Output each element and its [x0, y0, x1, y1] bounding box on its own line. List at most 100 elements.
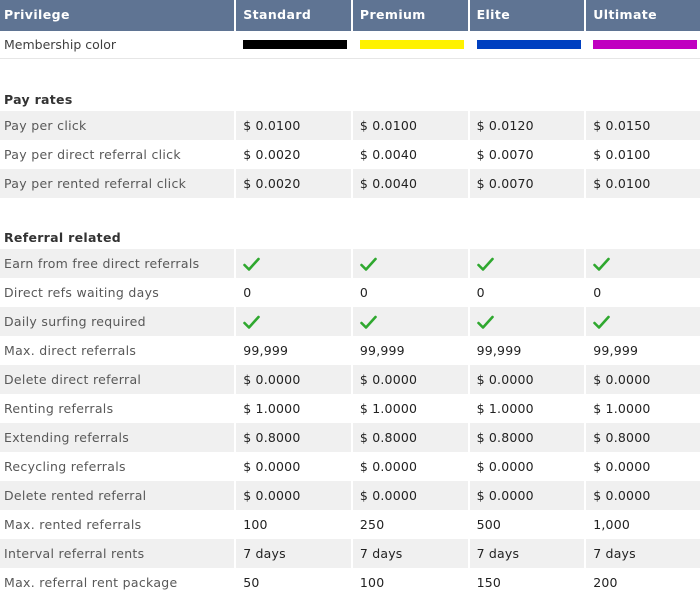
ultimate-value: 99,999: [593, 343, 639, 358]
elite-value: $ 1.0000: [476, 401, 534, 416]
elite-value: $ 0.0120: [469, 111, 585, 140]
premium-value: [352, 307, 468, 336]
table-row: Recycling referrals $ 0.0000 $ 0.0000 $ 0.0…: [0, 451, 700, 480]
table-row: Interval referral rents 7 days 7 days 7 day…: [0, 538, 700, 568]
row-label: Renting referrals: [4, 401, 114, 416]
premium-value: $ 0.0000: [359, 459, 418, 474]
membership-color-row: Membership color: [0, 31, 700, 59]
elite-value: 99,999: [476, 343, 522, 358]
row-label: Pay per rented referral click: [0, 169, 235, 198]
elite-value: 0: [476, 285, 485, 300]
premium-color-swatch: [359, 40, 464, 49]
ultimate-value: $ 0.0000: [586, 365, 700, 394]
row-label: Interval referral rents: [0, 539, 235, 568]
check-icon: [476, 257, 494, 271]
elite-value: $ 0.0070: [476, 147, 534, 162]
standard-value: $ 0.0000: [236, 481, 351, 510]
elite-color-cell: [470, 31, 585, 58]
check-icon: [360, 257, 377, 271]
standard-value: $ 0.0000: [236, 365, 351, 394]
table-row: Max. direct referrals 99,999 99,999 99,999 9…: [0, 335, 700, 364]
check-icon: [593, 315, 611, 329]
referral-related-rows: Earn from free direct referrals Direct re…: [0, 248, 700, 596]
premium-value: 7 days: [352, 539, 468, 568]
ultimate-value: $ 0.0150: [586, 111, 700, 140]
standard-color-swatch: [243, 40, 348, 49]
table-row: Renting referrals $ 1.0000 $ 1.0000 $ 1.000…: [0, 393, 700, 422]
standard-value: [236, 307, 351, 336]
table-row: Pay per click $ 0.0100 $ 0.0100 $ 0.0120 $ 0…: [0, 110, 700, 140]
table-row: Daily surfing required: [0, 306, 700, 336]
premium-value: 250: [359, 517, 385, 532]
premium-value: $ 1.0000: [359, 401, 418, 416]
header-ultimate: Ultimate: [593, 7, 658, 22]
ultimate-value: $ 0.0100: [593, 147, 651, 162]
ultimate-value: $ 0.8000: [586, 423, 700, 452]
table-row: Earn from free direct referrals: [0, 248, 700, 278]
standard-color-cell: [236, 31, 351, 58]
check-icon: [593, 257, 611, 271]
table-row: Delete direct referral $ 0.0000 $ 0.0000 $ …: [0, 364, 700, 394]
ultimate-value: 200: [593, 575, 618, 590]
elite-value: $ 0.8000: [469, 423, 585, 452]
table-row: Max. rented referrals 100 250 500 1,000: [0, 509, 700, 538]
table-row: Pay per rented referral click $ 0.0020 $ 0…: [0, 168, 700, 198]
header-privilege: Privilege: [4, 7, 70, 22]
row-label: Earn from free direct referrals: [0, 249, 235, 278]
standard-value: $ 0.0100: [236, 111, 351, 140]
elite-value: $ 0.0070: [469, 169, 585, 198]
row-label: Pay per direct referral click: [4, 147, 181, 162]
pay-rates-rows: Pay per click $ 0.0100 $ 0.0100 $ 0.0120 $ 0…: [0, 110, 700, 198]
elite-value: 7 days: [469, 539, 585, 568]
row-label: Pay per click: [0, 111, 235, 140]
standard-value: 7 days: [236, 539, 351, 568]
ultimate-value: [586, 307, 700, 336]
standard-value: $ 0.0000: [243, 459, 301, 474]
check-icon: [360, 315, 377, 329]
table-row: Delete rented referral $ 0.0000 $ 0.0000 $ …: [0, 480, 700, 510]
standard-value: $ 1.0000: [243, 401, 301, 416]
elite-value: [469, 249, 585, 278]
premium-value: $ 0.0100: [352, 111, 468, 140]
elite-value: $ 0.0000: [469, 365, 585, 394]
elite-value: $ 0.0000: [476, 459, 534, 474]
premium-value: $ 0.0040: [352, 169, 468, 198]
elite-value: $ 0.0000: [469, 481, 585, 510]
table-row: Pay per direct referral click $ 0.0020 $ 0…: [0, 139, 700, 168]
ultimate-color-swatch: [593, 40, 698, 49]
check-icon: [476, 315, 494, 329]
standard-value: [236, 249, 351, 278]
ultimate-value: 1,000: [593, 517, 631, 532]
row-label: Extending referrals: [0, 423, 235, 452]
row-label: Recycling referrals: [4, 459, 126, 474]
row-label: Direct refs waiting days: [4, 285, 160, 300]
premium-value: $ 0.8000: [352, 423, 468, 452]
ultimate-value: [586, 249, 700, 278]
check-icon: [243, 257, 261, 271]
check-icon: [243, 315, 261, 329]
table-header-row: Privilege Standard Premium Elite Ultimat…: [0, 0, 700, 31]
ultimate-color-cell: [586, 31, 700, 58]
row-label: Delete rented referral: [0, 481, 235, 510]
elite-value: 500: [476, 517, 502, 532]
elite-color-swatch: [476, 40, 581, 49]
pay-rates-heading: Pay rates: [4, 92, 73, 107]
row-label: Max. referral rent package: [4, 575, 178, 590]
referral-related-heading: Referral related: [4, 230, 121, 245]
premium-value: [352, 249, 468, 278]
row-label: Max. direct referrals: [4, 343, 137, 358]
ultimate-value: 7 days: [586, 539, 700, 568]
standard-value: 50: [243, 575, 260, 590]
header-elite: Elite: [476, 7, 511, 22]
table-row: Extending referrals $ 0.8000 $ 0.8000 $ 0.8…: [0, 422, 700, 452]
ultimate-value: $ 0.0000: [586, 481, 700, 510]
header-standard: Standard: [243, 7, 312, 22]
standard-value: 100: [243, 517, 268, 532]
premium-value: 99,999: [359, 343, 405, 358]
table-row: Max. referral rent package 50 100 150 200: [0, 567, 700, 596]
ultimate-value: $ 0.0000: [593, 459, 651, 474]
standard-value: $ 0.0020: [236, 169, 351, 198]
premium-color-cell: [353, 31, 468, 58]
